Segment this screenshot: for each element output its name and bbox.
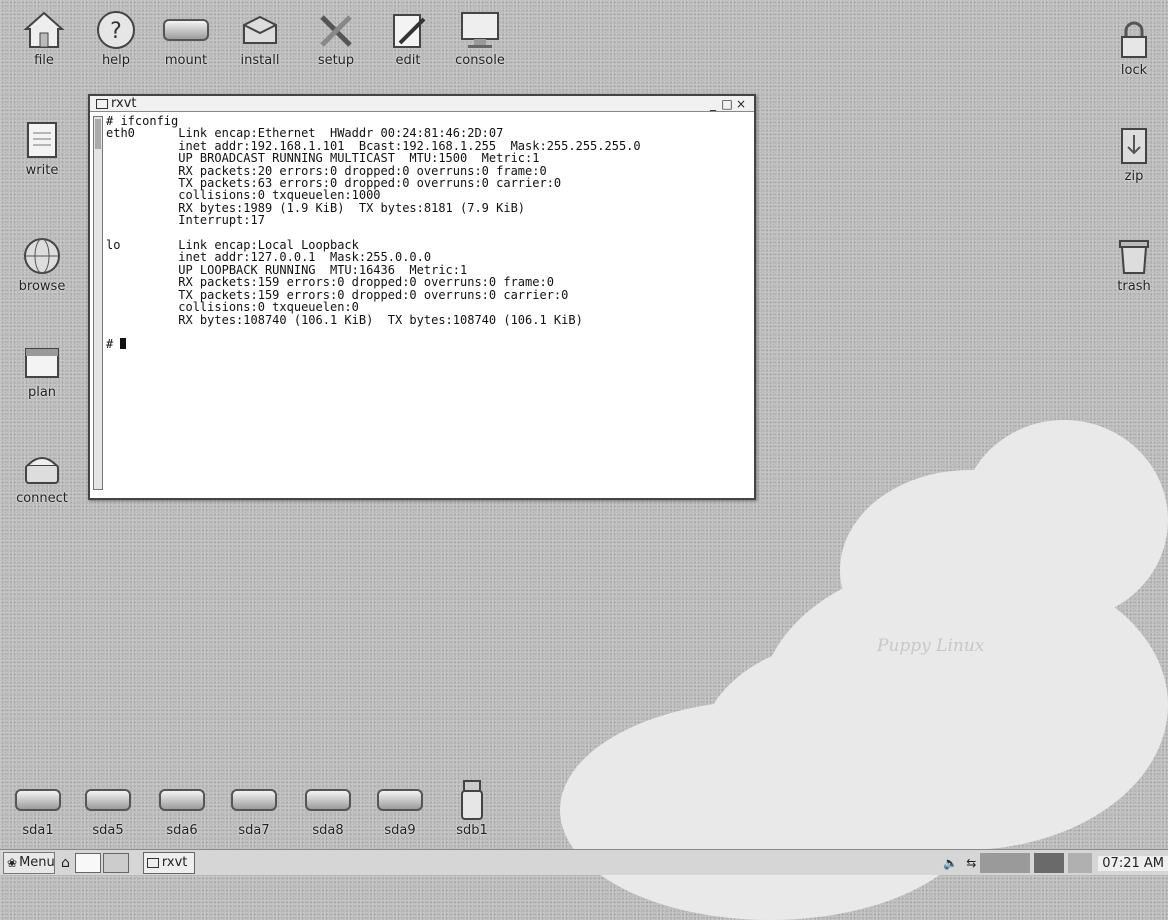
- usb-drive-icon: [448, 778, 496, 822]
- close-icon[interactable]: ×: [734, 97, 748, 111]
- drive-icon-sda1[interactable]: sda1: [0, 778, 76, 838]
- svg-text:?: ?: [110, 19, 122, 44]
- terminal-line: collisions:0 txqueuelen:0: [106, 300, 359, 315]
- scrollbar-thumb[interactable]: [95, 119, 101, 149]
- tray-indicator-icon[interactable]: [1068, 853, 1093, 873]
- drive-icon-sda8[interactable]: sda8: [290, 778, 366, 838]
- desktop-switcher-1[interactable]: [74, 852, 101, 873]
- terminal-line: RX packets:159 errors:0 dropped:0 overru…: [106, 275, 554, 290]
- drive-icon-sda5[interactable]: sda5: [70, 778, 146, 838]
- terminal-line: RX bytes:108740 (106.1 KiB) TX bytes:108…: [106, 312, 583, 327]
- terminal-output[interactable]: # ifconfig eth0 Link encap:Ethernet HWadd…: [106, 115, 748, 494]
- edit-icon: [384, 8, 432, 52]
- volume-icon[interactable]: 🔈: [943, 856, 958, 870]
- window-icon: [146, 857, 159, 868]
- help-icon: ?: [92, 8, 140, 52]
- desktop-icon-trash[interactable]: trash: [1096, 234, 1168, 294]
- window-title: rxvt: [111, 96, 137, 111]
- lock-icon: [1110, 18, 1158, 62]
- desktop-icon-setup[interactable]: setup: [298, 8, 374, 68]
- menu-label: Menu: [19, 855, 55, 870]
- trash-icon: [1110, 234, 1158, 278]
- cpu-monitor-icon[interactable]: [980, 853, 1031, 873]
- puppy-logo-icon: ❀: [7, 855, 18, 870]
- phone-icon: [18, 446, 66, 490]
- desktop-icon-install[interactable]: install: [222, 8, 298, 68]
- desktop-icon-console[interactable]: console: [442, 8, 518, 68]
- tools-icon: [312, 8, 360, 52]
- drive-icon-sda9[interactable]: sda9: [362, 778, 438, 838]
- document-icon: [18, 118, 66, 162]
- desktop-icon-write[interactable]: write: [4, 118, 80, 178]
- zip-icon: [1110, 124, 1158, 168]
- window-icon: [96, 98, 108, 109]
- hard-drive-icon: [84, 778, 132, 822]
- monitor-icon: [456, 8, 504, 52]
- desktop-icon-plan[interactable]: plan: [4, 340, 80, 400]
- terminal-line: inet addr:127.0.0.1 Mask:255.0.0.0: [106, 250, 432, 265]
- terminal-line: collisions:0 txqueuelen:1000: [106, 188, 381, 203]
- desktop-icon-zip[interactable]: zip: [1096, 124, 1168, 184]
- network-icon[interactable]: ⇆: [966, 856, 976, 870]
- start-menu-button[interactable]: ❀ Menu: [3, 851, 55, 874]
- terminal-line: UP BROADCAST RUNNING MULTICAST MTU:1500 …: [106, 151, 540, 166]
- terminal-prompt-line: #: [106, 337, 748, 352]
- rxvt-window[interactable]: rxvt _ □ × # ifconfig eth0 Link encap:Eth…: [88, 94, 756, 500]
- maximize-icon[interactable]: □: [720, 97, 734, 111]
- hard-drive-icon: [230, 778, 278, 822]
- package-icon: [236, 8, 284, 52]
- wallpaper-logo-text: Puppy Linux: [877, 636, 985, 656]
- desktop-icon-help[interactable]: ? help: [78, 8, 154, 68]
- memory-monitor-icon[interactable]: [1034, 853, 1065, 873]
- desktop-icon-browse[interactable]: browse: [4, 234, 80, 294]
- desktop-icon-edit[interactable]: edit: [370, 8, 446, 68]
- drive-icon-sda7[interactable]: sda7: [216, 778, 292, 838]
- taskbar: ❀ Menu ⌂ rxvt 🔈 ⇆ 07:21 AM: [0, 849, 1168, 875]
- quicklaunch-home-icon[interactable]: ⌂: [58, 852, 73, 874]
- house-icon: [20, 8, 68, 52]
- minimize-icon[interactable]: _: [706, 97, 720, 111]
- desktop-icon-mount[interactable]: mount: [148, 8, 224, 68]
- desktop-icon-connect[interactable]: connect: [4, 446, 80, 506]
- hard-drive-icon: [158, 778, 206, 822]
- taskbar-item-rxvt[interactable]: rxvt: [142, 851, 195, 874]
- window-titlebar[interactable]: rxvt _ □ ×: [90, 96, 754, 112]
- desktop-switcher-2[interactable]: [102, 852, 129, 873]
- globe-icon: [18, 234, 66, 278]
- terminal-line: eth0 Link encap:Ethernet HWaddr 00:24:81…: [106, 126, 504, 141]
- hard-drive-icon: [304, 778, 352, 822]
- calendar-icon: [18, 340, 66, 384]
- drive-icon-sda6[interactable]: sda6: [144, 778, 220, 838]
- hard-drive-icon: [14, 778, 62, 822]
- terminal-scrollbar[interactable]: [93, 116, 103, 490]
- clock[interactable]: 07:21 AM: [1098, 855, 1168, 871]
- desktop-icon-lock[interactable]: lock: [1096, 18, 1168, 78]
- hard-drive-icon: [376, 778, 424, 822]
- system-tray: 🔈 ⇆ 07:21 AM: [943, 852, 1168, 874]
- drive-icon: [162, 8, 210, 52]
- taskbar-item-label: rxvt: [161, 855, 188, 870]
- text-cursor: [120, 338, 127, 350]
- terminal-line: Interrupt:17: [106, 213, 265, 228]
- drive-icon-sdb1[interactable]: sdb1: [434, 778, 510, 838]
- terminal-prompt: #: [106, 337, 121, 352]
- desktop-icon-file[interactable]: file: [6, 8, 82, 68]
